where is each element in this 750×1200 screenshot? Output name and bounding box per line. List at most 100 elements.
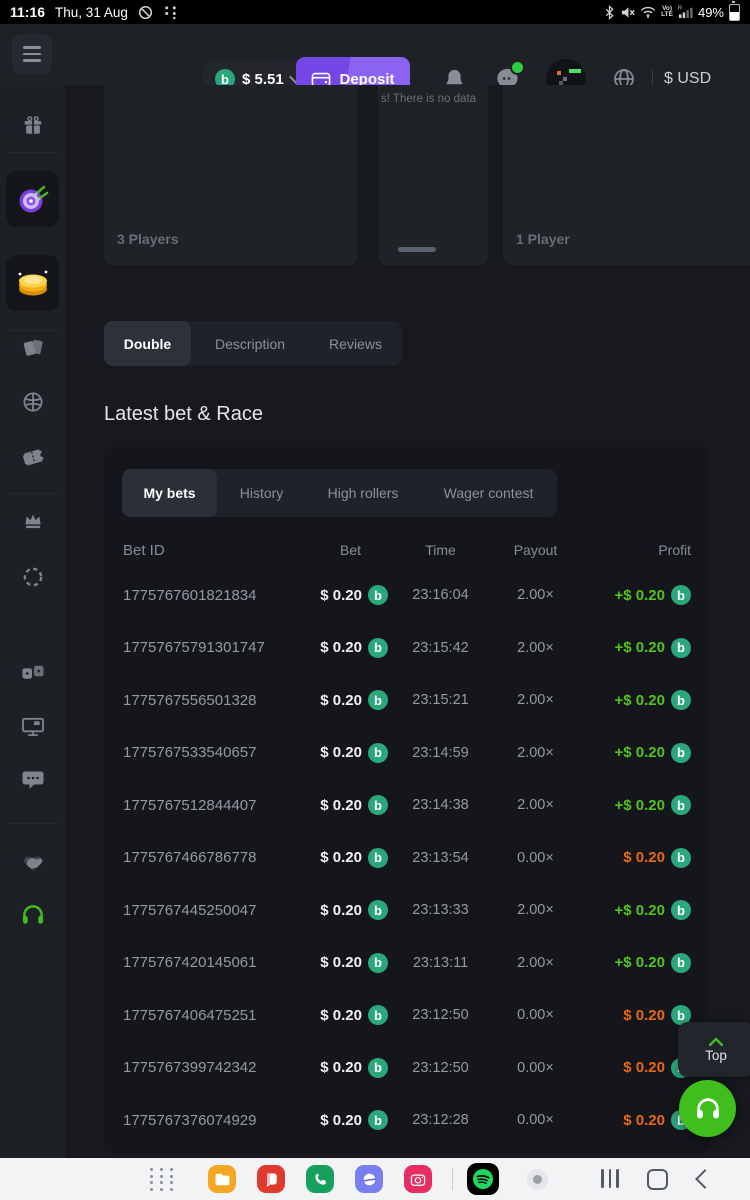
- sidebar-divider: [8, 823, 57, 824]
- vip-crown-icon[interactable]: [21, 509, 44, 532]
- table-row[interactable]: 1775767420145061 $ 0.20b 23:13:11 2.00× …: [104, 937, 710, 990]
- sidebar: [0, 85, 65, 1158]
- red-app-icon[interactable]: [257, 1165, 285, 1193]
- coin-icon: b: [368, 953, 388, 973]
- main-content: 3 Players s! There is no data 1 Player D…: [65, 85, 750, 1158]
- bet-amount: $ 0.20b: [303, 1110, 388, 1130]
- support-fab[interactable]: [679, 1080, 736, 1137]
- android-taskbar: [0, 1158, 750, 1200]
- sidebar-item-coins[interactable]: [6, 255, 59, 311]
- progress-bar[interactable]: [398, 247, 436, 252]
- coin-icon: b: [671, 743, 691, 763]
- sidebar-item-dart-game[interactable]: [6, 171, 59, 227]
- col-profit: Profit: [578, 542, 691, 558]
- coin-icon: b: [368, 1058, 388, 1078]
- bluetooth-icon: [604, 5, 615, 20]
- tab-wager-contest[interactable]: Wager contest: [420, 469, 557, 517]
- bet-time: 23:14:38: [388, 797, 493, 813]
- table-row[interactable]: 1775767466786778 $ 0.20b 23:13:54 0.00× …: [104, 832, 710, 885]
- lottery-ticket-icon[interactable]: [20, 445, 45, 468]
- table-row[interactable]: 1775767533540657 $ 0.20b 23:14:59 2.00× …: [104, 727, 710, 780]
- bet-id: 1775767399742342: [123, 1059, 295, 1076]
- sidebar-divider: [8, 493, 57, 494]
- tab-double[interactable]: Double: [104, 321, 191, 366]
- bonus-dashed-circle-icon[interactable]: [21, 565, 45, 589]
- bet-payout: 2.00×: [493, 587, 578, 603]
- coin-icon: b: [368, 900, 388, 920]
- bets-panel: My bets History High rollers Wager conte…: [104, 447, 710, 1153]
- bet-time: 23:15:42: [388, 640, 493, 656]
- tab-my-bets[interactable]: My bets: [122, 469, 217, 517]
- gift-icon[interactable]: [22, 115, 44, 137]
- versus-panels-icon[interactable]: [20, 661, 45, 684]
- bet-payout: 2.00×: [493, 640, 578, 656]
- table-row[interactable]: 1775767399742342 $ 0.20b 23:12:50 0.00× …: [104, 1042, 710, 1095]
- bet-time: 23:13:54: [388, 850, 493, 866]
- gold-coins-icon: [14, 267, 52, 299]
- tab-reviews[interactable]: Reviews: [309, 321, 402, 366]
- live-stream-monitor-icon[interactable]: [20, 715, 45, 738]
- bet-profit: +$ 0.20b: [578, 585, 691, 605]
- spotify-app-icon[interactable]: [467, 1163, 499, 1195]
- phone-app-icon[interactable]: [306, 1165, 334, 1193]
- col-bet-id: Bet ID: [123, 542, 295, 559]
- table-row[interactable]: 17757675791301747 $ 0.20b 23:15:42 2.00×…: [104, 622, 710, 675]
- bet-amount: $ 0.20b: [303, 848, 388, 868]
- headphones-icon: [694, 1096, 722, 1122]
- table-row[interactable]: 1775767406475251 $ 0.20b 23:12:50 0.00× …: [104, 989, 710, 1042]
- affiliate-handshake-icon[interactable]: [20, 851, 45, 874]
- bet-time: 23:12:28: [388, 1112, 493, 1128]
- coin-icon: b: [671, 953, 691, 973]
- table-row[interactable]: 1775767512844407 $ 0.20b 23:14:38 2.00× …: [104, 779, 710, 832]
- bet-time: 23:13:11: [388, 955, 493, 971]
- top-label: Top: [705, 1048, 727, 1063]
- bet-id: 1775767556501328: [123, 692, 295, 709]
- bet-id: 1775767420145061: [123, 954, 295, 971]
- bets-table-body: 1775767601821834 $ 0.20b 23:16:04 2.00× …: [104, 569, 710, 1147]
- coin-icon: b: [368, 1005, 388, 1025]
- support-headphones-icon[interactable]: [20, 903, 45, 927]
- bet-amount: $ 0.20b: [303, 1058, 388, 1078]
- game-card-middle[interactable]: s! There is no data: [378, 85, 488, 265]
- nav-recents-button[interactable]: [601, 1169, 619, 1188]
- table-row[interactable]: 1775767556501328 $ 0.20b 23:15:21 2.00× …: [104, 674, 710, 727]
- bet-id: 1775767601821834: [123, 587, 295, 604]
- tab-high-rollers[interactable]: High rollers: [306, 469, 420, 517]
- table-row[interactable]: 1775767601821834 $ 0.20b 23:16:04 2.00× …: [104, 569, 710, 622]
- casino-cards-icon[interactable]: [21, 336, 44, 359]
- wifi-icon: [640, 5, 656, 19]
- sports-basketball-icon[interactable]: [21, 390, 45, 414]
- coin-icon: b: [368, 638, 388, 658]
- browser-app-icon[interactable]: [355, 1165, 383, 1193]
- signal-strength-icon: R: [678, 5, 693, 19]
- tab-history[interactable]: History: [217, 469, 306, 517]
- bet-payout: 2.00×: [493, 797, 578, 813]
- nav-back-button[interactable]: [695, 1169, 715, 1189]
- section-title: Latest bet & Race: [104, 403, 263, 426]
- bets-tabs: My bets History High rollers Wager conte…: [122, 469, 557, 517]
- camera-app-icon[interactable]: [404, 1165, 432, 1193]
- bet-payout: 0.00×: [493, 1060, 578, 1076]
- bet-id: 1775767376074929: [123, 1112, 295, 1129]
- scroll-to-top-button[interactable]: Top: [678, 1022, 750, 1077]
- bet-time: 23:14:59: [388, 745, 493, 761]
- files-app-icon[interactable]: [208, 1165, 236, 1193]
- nav-home-button[interactable]: [647, 1169, 668, 1190]
- game-card-left[interactable]: 3 Players: [104, 85, 358, 265]
- no-data-text: s! There is no data: [378, 93, 488, 105]
- app-drawer-button[interactable]: [150, 1168, 176, 1190]
- bet-profit: $ 0.20b: [578, 848, 691, 868]
- game-card-right[interactable]: 1 Player: [503, 85, 750, 265]
- tab-description[interactable]: Description: [191, 321, 309, 366]
- recent-app-icon[interactable]: [527, 1169, 548, 1190]
- hamburger-menu-button[interactable]: [12, 34, 52, 74]
- bet-profit: $ 0.20b: [578, 1005, 691, 1025]
- bet-profit: $ 0.20b: [578, 1110, 691, 1130]
- players-count: 1 Player: [516, 231, 570, 247]
- coin-icon: b: [368, 690, 388, 710]
- bet-time: 23:16:04: [388, 587, 493, 603]
- status-time: 11:16: [10, 4, 45, 20]
- table-row[interactable]: 1775767376074929 $ 0.20b 23:12:28 0.00× …: [104, 1094, 710, 1147]
- table-row[interactable]: 1775767445250047 $ 0.20b 23:13:33 2.00× …: [104, 884, 710, 937]
- forum-chat-icon[interactable]: [21, 768, 45, 791]
